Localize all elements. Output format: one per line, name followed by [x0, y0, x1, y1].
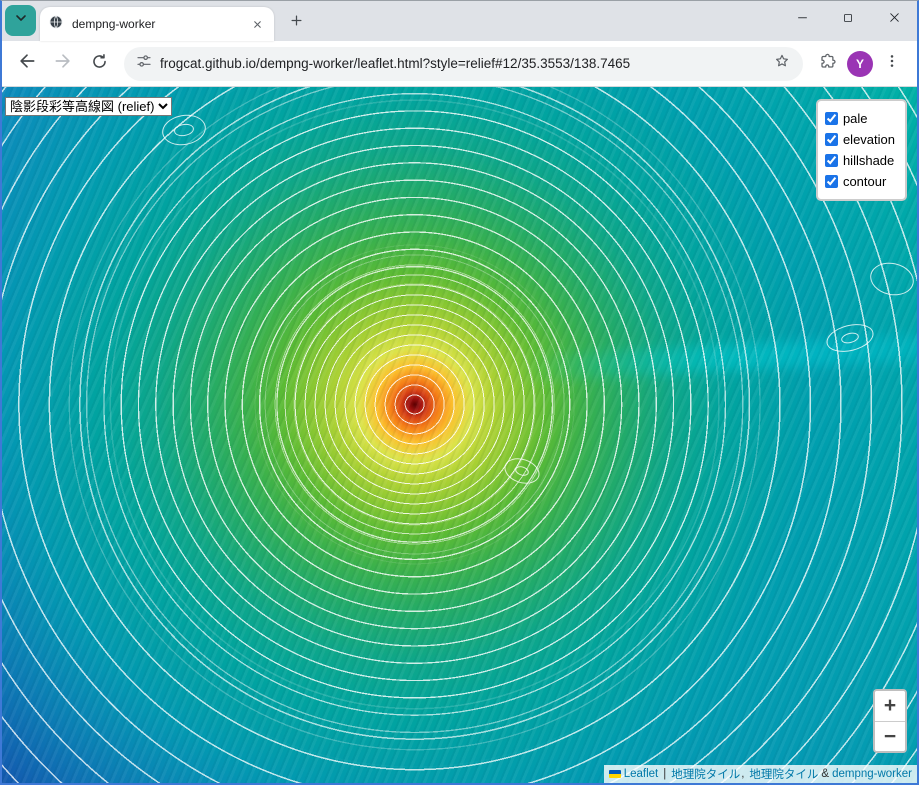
maximize-button[interactable]: [825, 1, 871, 39]
leaflet-link[interactable]: Leaflet: [624, 768, 659, 780]
attribution-ampersand: &: [821, 768, 830, 780]
gsi-tiles-link-2[interactable]: 地理院タイル: [749, 766, 818, 782]
profile-avatar[interactable]: Y: [847, 50, 873, 77]
zoom-control: + −: [873, 689, 907, 753]
forward-button[interactable]: [46, 47, 80, 81]
contour-ring: [173, 122, 195, 138]
contour-ring: [513, 464, 531, 478]
menu-button[interactable]: [875, 47, 909, 81]
attribution-separator: |: [663, 768, 667, 780]
pale-checkbox[interactable]: [824, 112, 838, 125]
minimize-icon: [796, 11, 809, 29]
close-window-button[interactable]: [871, 1, 917, 39]
zoom-in-button[interactable]: +: [875, 691, 905, 721]
forward-arrow-icon: [53, 51, 73, 76]
new-tab-button[interactable]: [282, 9, 310, 37]
browser-titlebar: dempng-worker: [2, 1, 917, 41]
close-icon: [888, 11, 901, 29]
elevation-checkbox[interactable]: [824, 133, 838, 146]
bookmark-star-icon[interactable]: [773, 52, 791, 75]
attribution-comma: ,: [741, 768, 745, 780]
layer-toggle-hillshade[interactable]: hillshade: [824, 150, 895, 171]
layer-label: pale: [842, 111, 868, 126]
puzzle-icon: [819, 52, 837, 75]
tab-search-button[interactable]: [5, 5, 36, 36]
tab-title: dempng-worker: [72, 17, 156, 31]
chevron-down-icon: [13, 10, 29, 31]
browser-toolbar: frogcat.github.io/dempng-worker/leaflet.…: [2, 41, 917, 87]
back-arrow-icon: [17, 51, 37, 76]
map-viewport[interactable]: 陰影段彩等高線図 (relief) pale elevation hillsha…: [2, 87, 917, 783]
extensions-button[interactable]: [811, 47, 845, 81]
layer-label: contour: [842, 174, 887, 189]
address-bar[interactable]: frogcat.github.io/dempng-worker/leaflet.…: [124, 46, 803, 81]
three-dots-icon: [884, 53, 900, 74]
browser-tab[interactable]: dempng-worker: [40, 7, 274, 41]
map-attribution: Leaflet | 地理院タイル , 地理院タイル & dempng-worke…: [603, 765, 917, 783]
layer-toggle-elevation[interactable]: elevation: [824, 129, 895, 150]
zoom-out-button[interactable]: −: [875, 721, 905, 751]
dempng-worker-link[interactable]: dempng-worker: [832, 768, 912, 780]
url-text[interactable]: frogcat.github.io/dempng-worker/leaflet.…: [160, 56, 765, 71]
reload-icon: [90, 52, 109, 76]
map-contour-layer-fine: [2, 87, 917, 783]
reload-button[interactable]: [82, 47, 116, 81]
minimize-button[interactable]: [779, 1, 825, 39]
layer-label: hillshade: [842, 153, 895, 168]
ukraine-flag-icon: [608, 770, 621, 778]
layer-toggle-contour[interactable]: contour: [824, 171, 895, 192]
gsi-tiles-link-1[interactable]: 地理院タイル: [671, 766, 740, 782]
hillshade-checkbox[interactable]: [824, 154, 838, 167]
contour-checkbox[interactable]: [824, 175, 838, 188]
back-button[interactable]: [10, 47, 44, 81]
globe-favicon-icon: [48, 14, 64, 35]
layer-toggle-pale[interactable]: pale: [824, 108, 895, 129]
contour-ring: [840, 330, 860, 346]
layers-control: pale elevation hillshade contour: [815, 99, 907, 201]
style-selector[interactable]: 陰影段彩等高線図 (relief): [5, 97, 172, 116]
maximize-icon: [842, 11, 854, 29]
window-controls: [779, 1, 917, 39]
site-info-icon[interactable]: [136, 53, 152, 74]
browser-window: dempng-worker frogcat.github.io/dempng-w…: [0, 0, 919, 785]
layer-label: elevation: [842, 132, 895, 147]
plus-icon: [289, 13, 304, 33]
tab-close-button[interactable]: [248, 15, 266, 33]
